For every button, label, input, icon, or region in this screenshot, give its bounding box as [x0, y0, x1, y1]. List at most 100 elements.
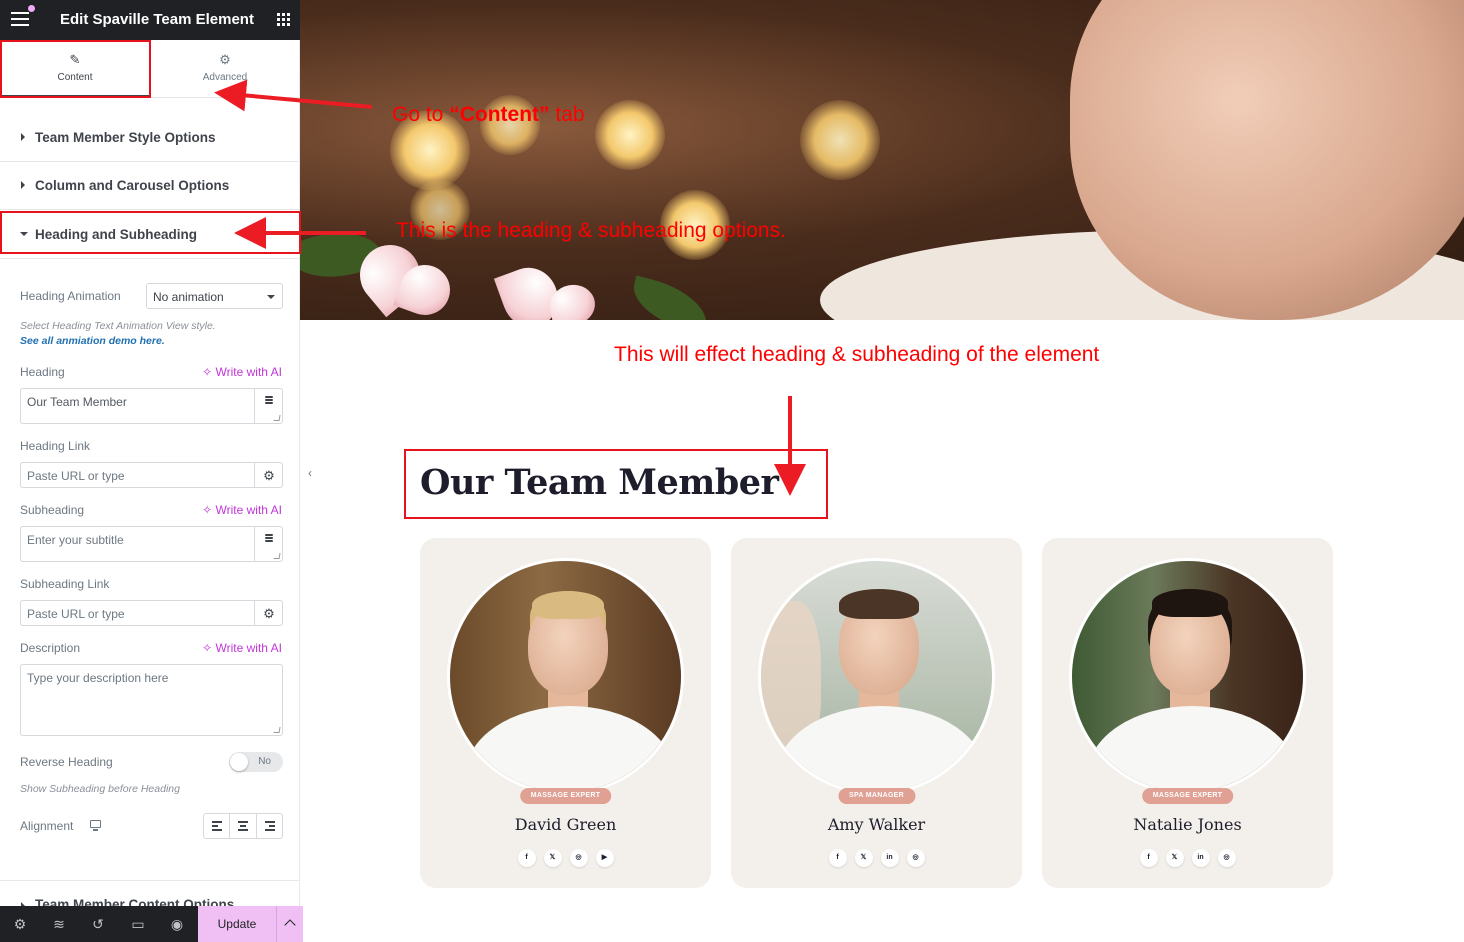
instagram-icon[interactable]: ◎	[569, 849, 588, 867]
heading-link-placeholder: Paste URL or type	[27, 469, 125, 483]
write-with-ai-button[interactable]: ✧ Write with AI	[202, 503, 282, 517]
subheading-label: Subheading	[20, 503, 85, 517]
facebook-icon[interactable]: f	[1139, 849, 1158, 867]
section-column-carousel[interactable]: Column and Carousel Options	[0, 162, 300, 210]
social-links: f 𝕏in ◎	[731, 849, 1022, 867]
resize-handle[interactable]	[273, 415, 281, 421]
gear-icon: ⚙	[219, 52, 231, 67]
history-icon[interactable]: ↺	[89, 915, 107, 933]
instagram-icon[interactable]: ◎	[1217, 849, 1236, 867]
alignment-label: Alignment	[20, 819, 74, 833]
write-with-ai-button[interactable]: ✧ Write with AI	[202, 365, 282, 379]
panel-header: Edit Spaville Team Element	[0, 0, 300, 40]
subheading-input[interactable]: Enter your subtitle	[20, 526, 283, 562]
update-options-button[interactable]	[276, 906, 303, 942]
linkedin-icon[interactable]: in	[1191, 849, 1210, 867]
resize-handle[interactable]	[273, 553, 281, 559]
annotation-effect: This will effect heading & subheading of…	[614, 343, 1100, 366]
member-photo	[758, 558, 995, 795]
section-label: Team Member Style Options	[35, 130, 216, 145]
desktop-icon[interactable]	[90, 820, 101, 831]
align-left-button[interactable]	[204, 814, 231, 838]
description-label: Description	[20, 641, 81, 655]
panel-title: Edit Spaville Team Element	[60, 11, 254, 28]
toggle-knob	[230, 753, 248, 771]
heading-label: Heading	[20, 365, 65, 379]
x-icon[interactable]: 𝕏	[1165, 849, 1184, 867]
team-heading[interactable]: Our Team Member	[420, 462, 779, 503]
annotation-go-prefix: Go to	[392, 103, 450, 126]
heading-link-input[interactable]: Paste URL or type ⚙	[20, 462, 283, 488]
social-links: f 𝕏in ◎	[1042, 849, 1333, 867]
social-links: f 𝕏 ◎ ▶	[420, 849, 711, 867]
chevron-left-icon: ‹	[308, 466, 312, 480]
heading-animation-label: Heading Animation	[20, 289, 121, 303]
resize-handle[interactable]	[273, 727, 281, 733]
align-center-button[interactable]	[230, 814, 257, 838]
linkedin-icon[interactable]: in	[880, 849, 899, 867]
subheading-placeholder: Enter your subtitle	[27, 533, 124, 547]
member-photo	[447, 558, 684, 795]
content-tab-highlight	[0, 40, 151, 98]
grid-icon[interactable]	[277, 13, 290, 26]
responsive-icon[interactable]: ▭	[129, 915, 147, 933]
heading-input-value: Our Team Member	[27, 395, 127, 409]
write-with-ai-label: Write with AI	[215, 503, 282, 517]
alignment-control	[203, 813, 283, 839]
reverse-heading-hint: Show Subheading before Heading	[20, 783, 180, 795]
facebook-icon[interactable]: f	[517, 849, 536, 867]
team-card[interactable]: MASSAGE EXPERT Natalie Jones f 𝕏in ◎	[1042, 538, 1333, 888]
heading-input[interactable]: Our Team Member	[20, 388, 283, 424]
update-button[interactable]: Update	[198, 906, 276, 942]
subheading-link-input[interactable]: Paste URL or type ⚙	[20, 600, 283, 626]
heading-animation-hint: Select Heading Text Animation View style…	[20, 320, 216, 332]
collapse-panel-button[interactable]: ‹	[300, 448, 320, 498]
layers-icon[interactable]: ≋	[50, 915, 68, 933]
facebook-icon[interactable]: f	[828, 849, 847, 867]
editor-panel: Edit Spaville Team Element ✎ Content ⚙ A…	[0, 0, 300, 942]
member-name[interactable]: Natalie Jones	[1042, 815, 1333, 834]
animation-demo-link[interactable]: See all anmiation demo here.	[20, 335, 165, 347]
section-label: Column and Carousel Options	[35, 178, 230, 193]
member-name[interactable]: Amy Walker	[731, 815, 1022, 834]
link-options-button[interactable]: ⚙	[254, 463, 282, 487]
subheading-link-placeholder: Paste URL or type	[27, 607, 125, 621]
annotation-go-bold: “Content”	[449, 103, 550, 126]
role-badge: SPA MANAGER	[837, 788, 916, 804]
notification-dot	[28, 5, 35, 12]
align-right-button[interactable]	[257, 814, 282, 838]
write-with-ai-button[interactable]: ✧ Write with AI	[202, 641, 282, 655]
caret-right-icon	[21, 181, 25, 189]
database-icon	[265, 534, 273, 544]
x-icon[interactable]: 𝕏	[854, 849, 873, 867]
section-team-style[interactable]: Team Member Style Options	[0, 114, 300, 162]
toggle-state: No	[258, 756, 271, 767]
role-badge: MASSAGE EXPERT	[519, 788, 612, 804]
database-icon	[265, 396, 273, 406]
heading-animation-select[interactable]: No animation	[146, 283, 283, 309]
reverse-heading-label: Reverse Heading	[20, 755, 113, 769]
section-team-content[interactable]: Team Member Content Options	[0, 880, 300, 906]
reverse-heading-toggle[interactable]: No	[229, 752, 283, 772]
annotation-heading-options: This is the heading & subheading options…	[396, 219, 786, 242]
write-with-ai-label: Write with AI	[215, 641, 282, 655]
team-card[interactable]: MASSAGE EXPERT David Green f 𝕏 ◎ ▶	[420, 538, 711, 888]
caret-right-icon	[21, 133, 25, 141]
hamburger-icon[interactable]	[11, 12, 29, 26]
description-textarea[interactable]: Type your description here	[20, 664, 283, 736]
annotation-go-to-content: Go to “Content” tab	[392, 103, 585, 127]
tab-advanced-label: Advanced	[202, 72, 248, 83]
gear-icon: ⚙	[263, 606, 275, 621]
youtube-icon[interactable]: ▶	[595, 849, 614, 867]
role-badge: MASSAGE EXPERT	[1141, 788, 1234, 804]
preview-icon[interactable]: ◉	[168, 915, 186, 933]
settings-icon[interactable]: ⚙	[11, 915, 29, 933]
hero-image	[300, 0, 1464, 320]
link-options-button[interactable]: ⚙	[254, 601, 282, 625]
tab-advanced[interactable]: ⚙ Advanced	[150, 40, 300, 98]
x-icon[interactable]: 𝕏	[543, 849, 562, 867]
team-card[interactable]: SPA MANAGER Amy Walker f 𝕏in ◎	[731, 538, 1022, 888]
instagram-icon[interactable]: ◎	[906, 849, 925, 867]
heading-link-label: Heading Link	[20, 439, 91, 453]
member-name[interactable]: David Green	[420, 815, 711, 834]
